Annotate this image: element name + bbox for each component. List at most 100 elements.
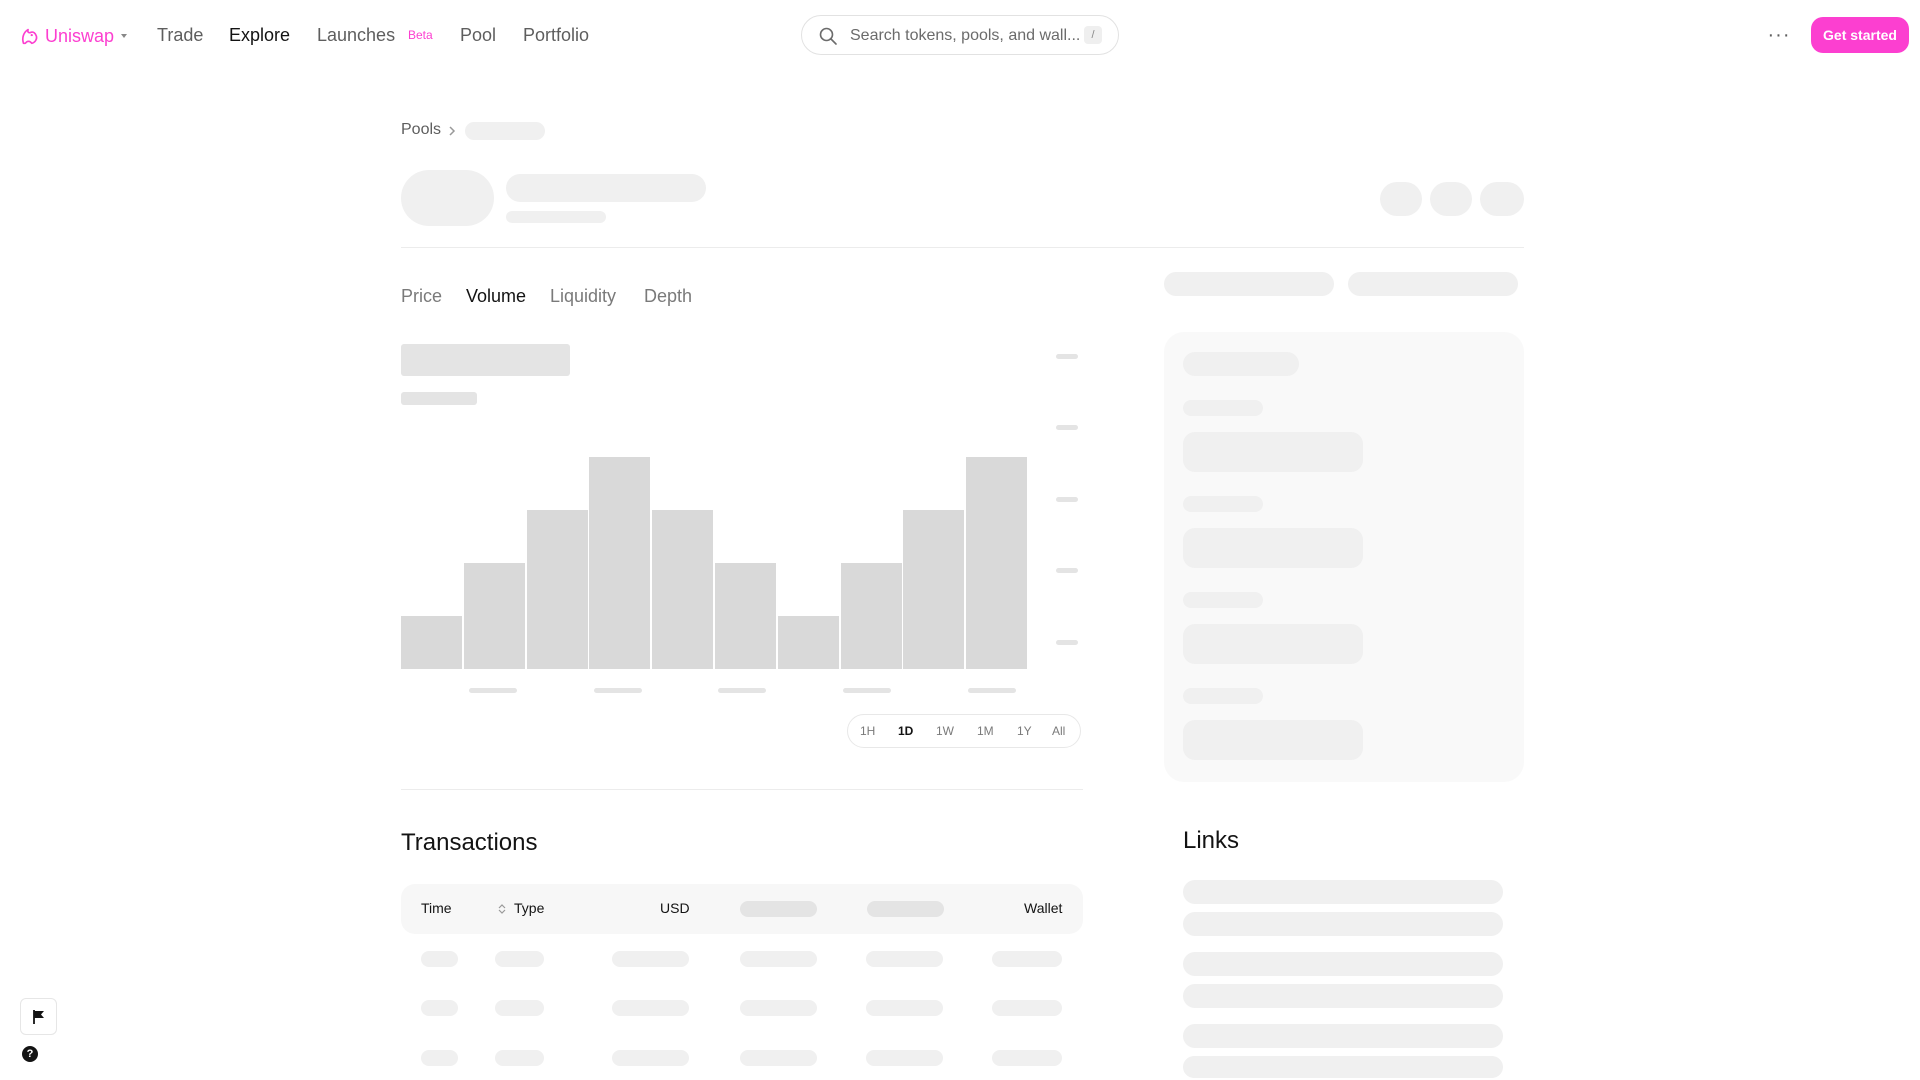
nav-portfolio[interactable]: Portfolio (523, 25, 589, 46)
col-token-skeleton (867, 901, 944, 917)
timeframe-selector: 1H 1D 1W 1M 1Y All (847, 714, 1081, 748)
col-type[interactable]: Type (514, 900, 544, 916)
stat-label-skeleton (1183, 400, 1263, 416)
col-token-skeleton (740, 901, 817, 917)
cell-skeleton (866, 1000, 943, 1016)
more-menu-button[interactable]: ··· (1766, 22, 1792, 48)
action-button-skeleton (1480, 182, 1524, 216)
stat-label-skeleton (1183, 592, 1263, 608)
nav-launches[interactable]: Launches (317, 25, 395, 46)
cell-skeleton (866, 1050, 943, 1066)
chart-bar (401, 616, 462, 669)
uniswap-logo[interactable]: Uniswap (18, 24, 129, 48)
caret-down-icon (121, 34, 128, 38)
timeframe-1w[interactable]: 1W (936, 724, 954, 738)
pool-name-skeleton (506, 174, 706, 202)
stat-value-skeleton (1183, 528, 1363, 568)
x-tick-skeleton (843, 688, 891, 693)
nav-pool[interactable]: Pool (460, 25, 496, 46)
timeframe-1h[interactable]: 1H (860, 724, 875, 738)
link-skeleton (1183, 952, 1503, 976)
cell-skeleton (992, 1000, 1062, 1016)
transactions-table-header: Time Type USD Wallet (401, 884, 1083, 934)
cell-skeleton (612, 951, 689, 967)
chart-bar (589, 457, 651, 669)
timeframe-1d[interactable]: 1D (898, 724, 913, 738)
action-button-skeleton (1430, 182, 1472, 216)
chart-bar (463, 563, 525, 669)
link-skeleton (1183, 880, 1503, 904)
pool-stats-card (1164, 332, 1524, 782)
token-logos-skeleton (401, 170, 494, 226)
unicorn-icon (21, 28, 38, 45)
x-tick-skeleton (469, 688, 517, 693)
nav-trade[interactable]: Trade (157, 25, 203, 46)
link-skeleton (1183, 912, 1503, 936)
sort-icon[interactable] (498, 903, 506, 915)
x-tick-skeleton (718, 688, 766, 693)
chart-bar (966, 457, 1028, 669)
cell-skeleton (992, 1050, 1062, 1066)
chart-date-skeleton (401, 392, 477, 405)
feedback-button[interactable] (20, 998, 57, 1035)
col-time[interactable]: Time (421, 900, 452, 916)
tab-price[interactable]: Price (401, 286, 442, 307)
tab-volume[interactable]: Volume (466, 286, 526, 307)
add-liquidity-skeleton (1348, 272, 1518, 296)
help-icon[interactable]: ? (22, 1046, 38, 1062)
cell-skeleton (612, 1000, 689, 1016)
chart-bar (777, 616, 839, 669)
search-placeholder: Search tokens, pools, and wall... (850, 27, 1081, 44)
chevron-right-icon (449, 126, 456, 136)
timeframe-1y[interactable]: 1Y (1017, 724, 1032, 738)
col-wallet[interactable]: Wallet (1024, 900, 1062, 916)
chart-bar (652, 510, 714, 669)
timeframe-all[interactable]: All (1052, 724, 1065, 738)
stat-value-skeleton (1183, 432, 1363, 472)
stat-label-skeleton (1183, 496, 1263, 512)
stat-value-skeleton (1183, 624, 1363, 664)
tab-depth[interactable]: Depth (644, 286, 692, 307)
link-skeleton (1183, 1024, 1503, 1048)
nav-explore[interactable]: Explore (229, 25, 290, 46)
cell-skeleton (740, 951, 817, 967)
transactions-title: Transactions (401, 829, 538, 856)
cell-skeleton (421, 951, 458, 967)
top-nav: Uniswap Trade Explore Launches Beta Pool… (0, 0, 1920, 72)
y-tick-skeleton (1056, 568, 1078, 573)
y-tick-skeleton (1056, 497, 1078, 502)
tab-liquidity[interactable]: Liquidity (550, 286, 616, 307)
cell-skeleton (992, 951, 1062, 967)
y-tick-skeleton (1056, 354, 1078, 359)
action-button-skeleton (1380, 182, 1422, 216)
y-tick-skeleton (1056, 640, 1078, 645)
link-skeleton (1183, 984, 1503, 1008)
cell-skeleton (866, 951, 943, 967)
breadcrumb-pools[interactable]: Pools (401, 121, 441, 139)
stat-label-skeleton (1183, 688, 1263, 704)
chart-value-skeleton (401, 344, 570, 376)
timeframe-1m[interactable]: 1M (977, 724, 994, 738)
search-bar[interactable]: Search tokens, pools, and wall... / (801, 15, 1119, 55)
x-tick-skeleton (968, 688, 1016, 693)
stat-skeleton (1183, 352, 1299, 376)
cell-skeleton (612, 1050, 689, 1066)
cell-skeleton (495, 951, 544, 967)
flag-icon (33, 1010, 44, 1024)
cell-skeleton (740, 1000, 817, 1016)
chart-bar (715, 563, 776, 669)
breadcrumb-pool-skeleton (465, 122, 545, 140)
chart-bar (903, 510, 965, 669)
col-usd[interactable]: USD (660, 900, 690, 916)
get-started-button[interactable]: Get started (1811, 17, 1909, 53)
link-skeleton (1183, 1056, 1503, 1078)
cell-skeleton (495, 1050, 544, 1066)
chart-divider (401, 789, 1083, 790)
chart-bar (526, 510, 588, 669)
cell-skeleton (421, 1050, 458, 1066)
cell-skeleton (740, 1050, 817, 1066)
chart-bar (840, 563, 902, 669)
pool-subtitle-skeleton (506, 211, 606, 223)
brand-name: Uniswap (45, 25, 115, 46)
stat-value-skeleton (1183, 720, 1363, 760)
